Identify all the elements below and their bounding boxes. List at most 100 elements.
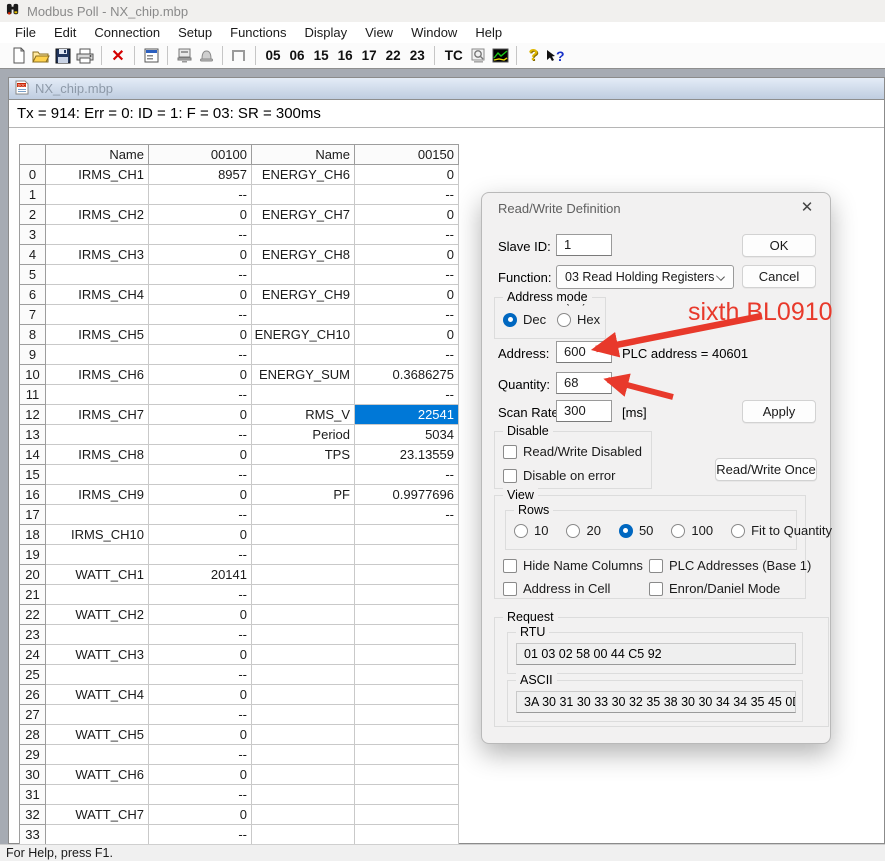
table-cell[interactable]: -- (149, 305, 252, 325)
chart-icon[interactable] (489, 46, 511, 66)
table-cell[interactable] (252, 625, 355, 645)
menu-item-setup[interactable]: Setup (169, 23, 221, 42)
table-cell[interactable] (355, 725, 459, 745)
table-cell[interactable] (252, 685, 355, 705)
save-button[interactable] (52, 46, 74, 66)
table-cell[interactable] (252, 785, 355, 805)
table-cell[interactable]: 22541 (355, 405, 459, 425)
table-cell[interactable] (46, 785, 149, 805)
menu-item-display[interactable]: Display (296, 23, 357, 42)
table-cell[interactable]: 0 (355, 205, 459, 225)
function-button-15[interactable]: 15 (309, 48, 333, 63)
menu-item-connection[interactable]: Connection (85, 23, 169, 42)
table-cell[interactable]: IRMS_CH8 (46, 445, 149, 465)
table-cell[interactable]: WATT_CH3 (46, 645, 149, 665)
table-cell[interactable]: -- (149, 785, 252, 805)
rows-radio-50[interactable]: 50 (619, 523, 653, 538)
table-cell[interactable]: -- (355, 265, 459, 285)
function-button-22[interactable]: 22 (381, 48, 405, 63)
table-cell[interactable]: TPS (252, 445, 355, 465)
plc-addresses-checkbox[interactable]: PLC Addresses (Base 1) (649, 558, 811, 573)
read-write-disabled-checkbox[interactable]: Read/Write Disabled (503, 444, 642, 459)
menu-item-functions[interactable]: Functions (221, 23, 295, 42)
table-cell[interactable]: 0 (355, 285, 459, 305)
dec-radio[interactable]: Dec (503, 312, 546, 327)
table-cell[interactable]: IRMS_CH5 (46, 325, 149, 345)
table-cell[interactable] (252, 565, 355, 585)
table-cell[interactable] (355, 825, 459, 845)
help-icon[interactable]: ? (522, 46, 544, 66)
table-cell[interactable]: Period (252, 425, 355, 445)
open-file-button[interactable] (30, 46, 52, 66)
table-cell[interactable]: -- (149, 585, 252, 605)
table-cell[interactable] (46, 185, 149, 205)
menu-item-window[interactable]: Window (402, 23, 466, 42)
table-cell[interactable] (355, 785, 459, 805)
table-cell[interactable]: 0 (355, 245, 459, 265)
table-cell[interactable]: -- (355, 385, 459, 405)
table-cell[interactable]: -- (149, 385, 252, 405)
context-help-icon[interactable]: ? (544, 46, 566, 66)
apply-button[interactable]: Apply (742, 400, 816, 423)
table-cell[interactable]: ENERGY_CH10 (252, 325, 355, 345)
quantity-input[interactable]: 68 (556, 372, 612, 394)
table-cell[interactable]: -- (149, 425, 252, 445)
table-cell[interactable]: IRMS_CH1 (46, 165, 149, 185)
table-cell[interactable]: -- (355, 505, 459, 525)
table-cell[interactable] (46, 425, 149, 445)
table-cell[interactable]: -- (149, 545, 252, 565)
table-cell[interactable] (46, 665, 149, 685)
ok-button[interactable]: OK (742, 234, 816, 257)
table-cell[interactable]: ENERGY_CH8 (252, 245, 355, 265)
table-cell[interactable] (355, 605, 459, 625)
table-cell[interactable]: 0 (149, 725, 252, 745)
table-cell[interactable]: 0 (355, 165, 459, 185)
table-cell[interactable] (46, 545, 149, 565)
table-cell[interactable]: 0 (149, 645, 252, 665)
table-cell[interactable]: ENERGY_SUM (252, 365, 355, 385)
rows-radio-fit-to-quantity[interactable]: Fit to Quantity (731, 523, 832, 538)
table-cell[interactable] (355, 545, 459, 565)
function-button-06[interactable]: 06 (285, 48, 309, 63)
table-cell[interactable]: -- (355, 345, 459, 365)
function-button-16[interactable]: 16 (333, 48, 357, 63)
table-cell[interactable]: -- (149, 505, 252, 525)
table-cell[interactable] (46, 505, 149, 525)
table-cell[interactable] (46, 385, 149, 405)
function-button-17[interactable]: 17 (357, 48, 381, 63)
table-cell[interactable]: WATT_CH5 (46, 725, 149, 745)
table-cell[interactable]: 0 (149, 805, 252, 825)
address-in-cell-checkbox[interactable]: Address in Cell (503, 581, 610, 596)
table-cell[interactable]: 0 (149, 205, 252, 225)
table-cell[interactable] (355, 685, 459, 705)
table-cell[interactable]: ENERGY_CH9 (252, 285, 355, 305)
table-cell[interactable]: WATT_CH2 (46, 605, 149, 625)
table-cell[interactable] (252, 805, 355, 825)
table-cell[interactable]: WATT_CH7 (46, 805, 149, 825)
table-cell[interactable]: -- (149, 225, 252, 245)
table-cell[interactable] (46, 465, 149, 485)
enron-daniel-mode-checkbox[interactable]: Enron/Daniel Mode (649, 581, 780, 596)
function-select[interactable]: 03 Read Holding Registers (4x) (556, 265, 734, 289)
hide-name-columns-checkbox[interactable]: Hide Name Columns (503, 558, 643, 573)
table-cell[interactable] (252, 345, 355, 365)
table-cell[interactable]: -- (355, 225, 459, 245)
table-cell[interactable] (252, 545, 355, 565)
table-cell[interactable]: 0 (149, 765, 252, 785)
function-button-23[interactable]: 23 (405, 48, 429, 63)
table-cell[interactable]: -- (355, 305, 459, 325)
table-cell[interactable]: -- (149, 705, 252, 725)
read-write-once-button[interactable]: Read/Write Once (715, 458, 817, 481)
table-cell[interactable]: IRMS_CH4 (46, 285, 149, 305)
table-cell[interactable] (355, 565, 459, 585)
menu-item-view[interactable]: View (356, 23, 402, 42)
table-cell[interactable]: -- (149, 345, 252, 365)
table-cell[interactable]: ENERGY_CH6 (252, 165, 355, 185)
table-cell[interactable]: 0.3686275 (355, 365, 459, 385)
table-cell[interactable]: -- (355, 185, 459, 205)
table-cell[interactable] (252, 725, 355, 745)
table-cell[interactable] (252, 765, 355, 785)
menu-item-file[interactable]: File (6, 23, 45, 42)
table-cell[interactable] (252, 605, 355, 625)
table-cell[interactable] (252, 465, 355, 485)
